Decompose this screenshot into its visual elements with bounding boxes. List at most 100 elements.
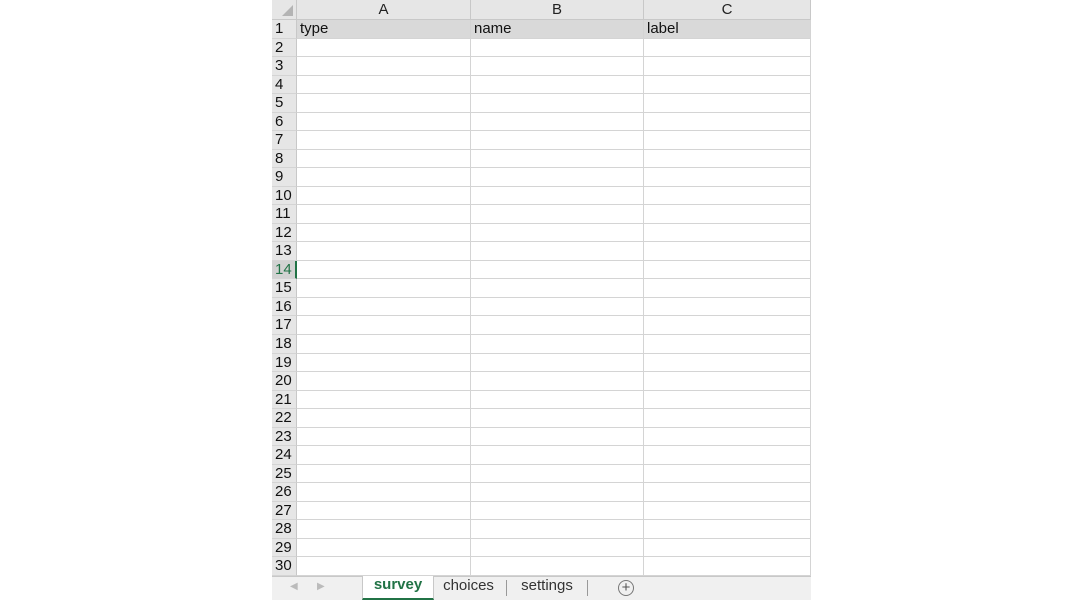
cell-b21[interactable]	[471, 390, 644, 410]
tab-settings[interactable]: settings	[510, 577, 584, 599]
cell-c13[interactable]	[644, 242, 811, 261]
cell-c6[interactable]	[644, 112, 811, 132]
cell-a21[interactable]	[297, 390, 471, 410]
row-header[interactable]: 16	[272, 297, 297, 317]
row-header[interactable]: 24	[272, 446, 297, 465]
cell-c15[interactable]	[644, 279, 811, 298]
cell-c16[interactable]	[644, 297, 811, 317]
row-header[interactable]: 5	[272, 94, 297, 113]
cell-a24[interactable]	[297, 446, 471, 465]
row-header[interactable]: 9	[272, 168, 297, 187]
row-header[interactable]: 1	[272, 20, 297, 39]
cell-c12[interactable]	[644, 223, 811, 243]
cell-b4[interactable]	[471, 75, 644, 95]
cell-a10[interactable]	[297, 186, 471, 206]
cell-a6[interactable]	[297, 112, 471, 132]
tab-choices[interactable]: choices	[436, 577, 501, 599]
cell-b27[interactable]	[471, 501, 644, 521]
cell-a20[interactable]	[297, 372, 471, 391]
row-header[interactable]: 2	[272, 38, 297, 58]
cell-a29[interactable]	[297, 538, 471, 558]
row-header[interactable]: 11	[272, 205, 297, 224]
cell-b26[interactable]	[471, 483, 644, 502]
cell-a26[interactable]	[297, 483, 471, 502]
cell-b15[interactable]	[471, 279, 644, 298]
row-header[interactable]: 8	[272, 149, 297, 169]
row-header[interactable]: 14	[272, 260, 297, 280]
cell-c4[interactable]	[644, 75, 811, 95]
row-header[interactable]: 19	[272, 353, 297, 373]
cell-b29[interactable]	[471, 538, 644, 558]
cell-b5[interactable]	[471, 94, 644, 113]
cell-a9[interactable]	[297, 168, 471, 187]
row-header[interactable]: 22	[272, 409, 297, 428]
cell-b24[interactable]	[471, 446, 644, 465]
tab-survey[interactable]: survey	[362, 576, 434, 600]
cell-b17[interactable]	[471, 316, 644, 335]
cell-a13[interactable]	[297, 242, 471, 261]
row-header[interactable]: 28	[272, 520, 297, 539]
row-header[interactable]: 18	[272, 335, 297, 354]
cell-b3[interactable]	[471, 57, 644, 76]
cell-c20[interactable]	[644, 372, 811, 391]
column-header-c[interactable]: C	[644, 0, 811, 20]
cell-c18[interactable]	[644, 335, 811, 354]
cell-c17[interactable]	[644, 316, 811, 335]
row-header[interactable]: 15	[272, 279, 297, 298]
cell-a7[interactable]	[297, 131, 471, 150]
row-header[interactable]: 17	[272, 316, 297, 335]
cell-c23[interactable]	[644, 427, 811, 447]
cell-c29[interactable]	[644, 538, 811, 558]
cell-a18[interactable]	[297, 335, 471, 354]
cell-b22[interactable]	[471, 409, 644, 428]
cell-a28[interactable]	[297, 520, 471, 539]
cell-c22[interactable]	[644, 409, 811, 428]
row-header[interactable]: 3	[272, 57, 297, 76]
cell-b9[interactable]	[471, 168, 644, 187]
row-header[interactable]: 30	[272, 557, 297, 576]
row-header[interactable]: 4	[272, 75, 297, 95]
cell-b25[interactable]	[471, 464, 644, 484]
row-header[interactable]: 7	[272, 131, 297, 150]
cell-a1[interactable]: type	[297, 20, 471, 39]
cell-c21[interactable]	[644, 390, 811, 410]
cell-c24[interactable]	[644, 446, 811, 465]
cell-a22[interactable]	[297, 409, 471, 428]
cell-c9[interactable]	[644, 168, 811, 187]
cell-c8[interactable]	[644, 149, 811, 169]
row-header[interactable]: 27	[272, 501, 297, 521]
row-header[interactable]: 29	[272, 538, 297, 558]
cell-c3[interactable]	[644, 57, 811, 76]
cell-b23[interactable]	[471, 427, 644, 447]
column-header-a[interactable]: A	[297, 0, 471, 20]
scroll-tabs-right-icon[interactable]: ▶	[317, 581, 325, 592]
cell-b14[interactable]	[471, 260, 644, 280]
cell-b16[interactable]	[471, 297, 644, 317]
row-header[interactable]: 26	[272, 483, 297, 502]
row-header[interactable]: 25	[272, 464, 297, 484]
row-header[interactable]: 10	[272, 186, 297, 206]
cell-c14[interactable]	[644, 260, 811, 280]
cell-c30[interactable]	[644, 557, 811, 576]
cell-c7[interactable]	[644, 131, 811, 150]
cell-c10[interactable]	[644, 186, 811, 206]
cell-a11[interactable]	[297, 205, 471, 224]
cell-a12[interactable]	[297, 223, 471, 243]
cell-a2[interactable]	[297, 38, 471, 58]
row-header[interactable]: 23	[272, 427, 297, 447]
cell-b10[interactable]	[471, 186, 644, 206]
cell-a23[interactable]	[297, 427, 471, 447]
cell-c25[interactable]	[644, 464, 811, 484]
cell-b2[interactable]	[471, 38, 644, 58]
cell-a3[interactable]	[297, 57, 471, 76]
row-header[interactable]: 12	[272, 223, 297, 243]
cell-b28[interactable]	[471, 520, 644, 539]
cell-c11[interactable]	[644, 205, 811, 224]
cell-a5[interactable]	[297, 94, 471, 113]
cell-c1[interactable]: label	[644, 20, 811, 39]
cell-c27[interactable]	[644, 501, 811, 521]
row-header[interactable]: 21	[272, 390, 297, 410]
cell-a27[interactable]	[297, 501, 471, 521]
cell-a30[interactable]	[297, 557, 471, 576]
cell-b12[interactable]	[471, 223, 644, 243]
